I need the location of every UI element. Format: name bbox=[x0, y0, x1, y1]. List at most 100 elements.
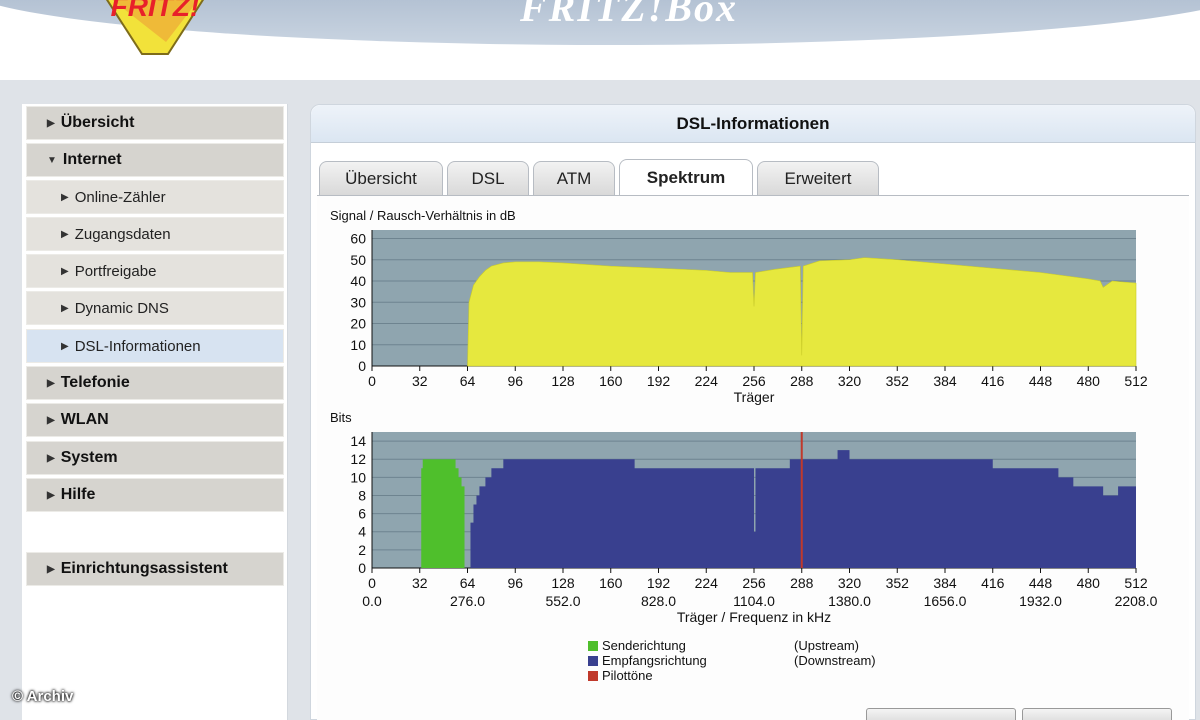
sidebar-item-online-zaehler[interactable]: ▶ Online-Zähler bbox=[26, 180, 284, 214]
sidebar-item-label: System bbox=[60, 449, 118, 466]
bits-chart: 0 2 4 6 8 10 12 14 0 32 64 96 128 160 192 224 256 288 320 3… bbox=[350, 432, 1158, 625]
sidebar-item-label: Online-Zähler bbox=[74, 188, 166, 206]
x-tick-label: 448 bbox=[1029, 373, 1053, 389]
legend-label: Senderichtung bbox=[602, 638, 686, 653]
y-tick-label: 4 bbox=[358, 524, 366, 540]
legend-label: Empfangsrichtung bbox=[602, 653, 707, 668]
sidebar-item-label: WLAN bbox=[60, 411, 109, 428]
freq-tick-label: 552.0 bbox=[545, 593, 580, 609]
bits-chart-title: Bits bbox=[330, 410, 352, 425]
sidebar-item-label: Telefonie bbox=[60, 374, 130, 391]
sidebar-item-system[interactable]: ▶ System bbox=[26, 441, 284, 475]
chevron-right-icon: ▶ bbox=[61, 302, 69, 314]
x-tick-label: 160 bbox=[599, 575, 623, 591]
legend-item: Senderichtung (Upstream) bbox=[588, 638, 859, 653]
x-tick-label: 320 bbox=[838, 575, 862, 591]
legend-item: Empfangsrichtung (Downstream) bbox=[588, 653, 876, 668]
x-tick-label: 384 bbox=[933, 373, 957, 389]
chevron-right-icon: ▶ bbox=[47, 489, 55, 501]
sidebar-item-label: Zugangsdaten bbox=[74, 225, 171, 243]
x-tick-label: 96 bbox=[507, 373, 523, 389]
sidebar-item-dynamic-dns[interactable]: ▶ Dynamic DNS bbox=[26, 291, 284, 325]
sidebar-item-label: Dynamic DNS bbox=[74, 299, 169, 317]
x-tick-label: 128 bbox=[551, 575, 575, 591]
tab-dsl[interactable]: DSL bbox=[447, 161, 529, 195]
freq-tick-label: 1656.0 bbox=[924, 593, 967, 609]
chevron-right-icon: ▶ bbox=[47, 377, 55, 389]
y-tick-label: 2 bbox=[358, 542, 366, 558]
x-tick-label: 288 bbox=[790, 575, 814, 591]
refresh-button[interactable] bbox=[866, 708, 1016, 720]
page-title: DSL-Informationen bbox=[311, 105, 1195, 143]
y-tick-label: 6 bbox=[358, 506, 366, 522]
freq-tick-label: 1104.0 bbox=[733, 593, 775, 609]
x-tick-label: 416 bbox=[981, 575, 1005, 591]
x-tick-label: 64 bbox=[460, 373, 476, 389]
tab-erweitert[interactable]: Erweitert bbox=[757, 161, 879, 195]
x-tick-label: 32 bbox=[412, 575, 428, 591]
x-tick-label: 416 bbox=[981, 373, 1005, 389]
x-axis-label: Träger bbox=[734, 389, 775, 405]
x-tick-label: 480 bbox=[1077, 373, 1101, 389]
x-tick-label: 224 bbox=[695, 575, 719, 591]
chevron-right-icon: ▶ bbox=[47, 563, 55, 575]
freq-tick-label: 1380.0 bbox=[828, 593, 871, 609]
sidebar-item-telefonie[interactable]: ▶ Telefonie bbox=[26, 366, 284, 400]
freq-tick-label: 1932.0 bbox=[1019, 593, 1062, 609]
sidebar-item-label: Hilfe bbox=[60, 486, 96, 503]
sidebar-item-internet[interactable]: ▼ Internet bbox=[26, 143, 284, 177]
legend-direction: (Upstream) bbox=[794, 638, 860, 653]
y-tick-label: 20 bbox=[350, 316, 366, 332]
x-tick-label: 512 bbox=[1124, 575, 1148, 591]
freq-tick-label: 2208.0 bbox=[1115, 593, 1158, 609]
sidebar-item-hilfe[interactable]: ▶ Hilfe bbox=[26, 478, 284, 512]
sidebar-item-label: Einrichtungsassistent bbox=[60, 560, 228, 577]
help-button[interactable] bbox=[1022, 708, 1172, 720]
chevron-right-icon: ▶ bbox=[61, 228, 69, 240]
legend-direction: (Downstream) bbox=[794, 653, 876, 668]
sidebar-item-dsl-informationen[interactable]: ▶ DSL-Informationen bbox=[26, 329, 284, 363]
sidebar-item-portfreigabe[interactable]: ▶ Portfreigabe bbox=[26, 254, 284, 288]
y-tick-label: 12 bbox=[350, 451, 366, 467]
sidebar-item-wlan[interactable]: ▶ WLAN bbox=[26, 403, 284, 437]
x-tick-label: 384 bbox=[933, 575, 957, 591]
legend-swatch bbox=[588, 670, 598, 681]
y-tick-label: 8 bbox=[358, 487, 366, 503]
x-tick-label: 32 bbox=[412, 373, 428, 389]
freq-tick-label: 276.0 bbox=[450, 593, 485, 609]
legend-label: Pilottöne bbox=[602, 668, 653, 683]
x-tick-label: 448 bbox=[1029, 575, 1053, 591]
x-tick-label: 512 bbox=[1124, 373, 1148, 389]
sidebar-item-uebersicht[interactable]: ▶ Übersicht bbox=[26, 106, 284, 140]
x-tick-label: 64 bbox=[460, 575, 476, 591]
legend-swatch bbox=[588, 640, 598, 651]
tab-uebersicht[interactable]: Übersicht bbox=[319, 161, 443, 195]
x-tick-label: 224 bbox=[695, 373, 719, 389]
chevron-right-icon: ▶ bbox=[47, 452, 55, 464]
x-tick-label: 128 bbox=[551, 373, 575, 389]
legend-swatch bbox=[588, 655, 598, 666]
y-tick-label: 50 bbox=[350, 252, 366, 268]
x-tick-label: 256 bbox=[742, 373, 766, 389]
x-tick-label: 160 bbox=[599, 373, 623, 389]
tab-spektrum[interactable]: Spektrum bbox=[619, 159, 753, 195]
watermark: © Archiv bbox=[12, 688, 74, 705]
snr-chart: 0 10 20 30 40 50 60 0 32 64 96 128 160 192 224 256 288 32… bbox=[350, 230, 1148, 405]
sidebar-item-einrichtungsassistent[interactable]: ▶ Einrichtungsassistent bbox=[26, 552, 284, 586]
upstream-series-area bbox=[421, 459, 465, 568]
tab-bar: Übersicht DSL ATM Spektrum Erweitert bbox=[319, 159, 879, 195]
x-tick-label: 320 bbox=[838, 373, 862, 389]
sidebar-item-label: Internet bbox=[62, 151, 122, 168]
chevron-right-icon: ▶ bbox=[61, 265, 69, 277]
y-tick-label: 10 bbox=[350, 469, 366, 485]
sidebar-item-zugangsdaten[interactable]: ▶ Zugangsdaten bbox=[26, 217, 284, 251]
chevron-right-icon: ▶ bbox=[47, 414, 55, 426]
freq-tick-label: 828.0 bbox=[641, 593, 676, 609]
x-tick-label: 0 bbox=[368, 373, 376, 389]
x-tick-label: 480 bbox=[1077, 575, 1101, 591]
snr-chart-title: Signal / Rausch-Verhältnis in dB bbox=[330, 208, 516, 223]
tab-atm[interactable]: ATM bbox=[533, 161, 615, 195]
y-tick-label: 14 bbox=[350, 433, 366, 449]
x-tick-label: 0 bbox=[368, 575, 376, 591]
sidebar-item-label: Portfreigabe bbox=[74, 262, 157, 280]
